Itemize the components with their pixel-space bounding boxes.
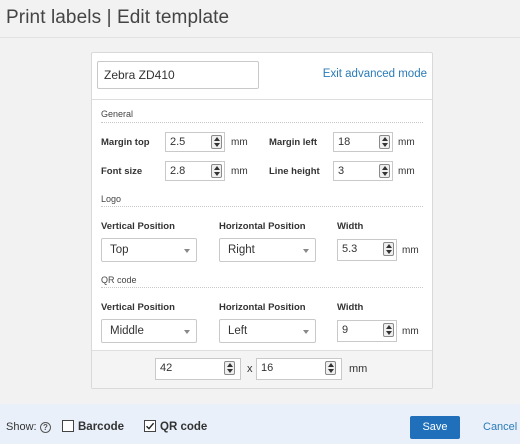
size-separator: x [247,363,253,375]
logo-vertical-label: Vertical Position [101,221,175,232]
section-qr-label: QR code [101,275,137,285]
qr-horizontal-select[interactable]: Left [219,319,316,343]
margin-top-unit: mm [231,137,248,148]
chevron-down-icon [184,249,190,253]
margin-left-spinner[interactable] [379,135,390,149]
qr-vertical-label: Vertical Position [101,302,175,313]
show-label: Show: [6,421,37,433]
logo-horizontal-label: Horizontal Position [219,221,306,232]
margin-top-spinner[interactable] [211,135,222,149]
page-title: Print labels | Edit template [6,7,230,28]
label-width-spinner[interactable] [224,361,235,375]
qr-width-label: Width [337,302,364,313]
chevron-down-icon [184,330,190,334]
qr-vertical-select[interactable]: Middle [101,319,197,343]
qr-code-checkbox-label[interactable]: QR code [160,421,207,433]
template-panel: Zebra ZD410 Exit advanced mode General M… [91,52,433,389]
logo-vertical-select[interactable]: Top [101,238,197,262]
font-size-label: Font size [101,166,143,177]
qr-code-checkbox[interactable] [144,420,156,432]
qr-horizontal-label: Horizontal Position [219,302,306,313]
chevron-down-icon [303,330,309,334]
font-size-unit: mm [231,166,248,177]
chevron-down-icon [303,249,309,253]
qr-width-unit: mm [402,326,419,337]
logo-horizontal-select[interactable]: Right [219,238,316,262]
help-icon[interactable]: ? [40,422,51,433]
label-size-bar: 42 x 16 mm [92,350,432,388]
qr-width-spinner[interactable] [383,323,394,337]
logo-width-spinner[interactable] [383,242,394,256]
logo-width-unit: mm [402,245,419,256]
panel-divider [92,99,432,100]
section-divider [101,122,423,123]
section-divider [101,206,423,207]
line-height-unit: mm [398,166,415,177]
barcode-checkbox[interactable] [62,420,74,432]
exit-advanced-mode-link[interactable]: Exit advanced mode [323,68,427,80]
barcode-checkbox-label[interactable]: Barcode [78,421,124,433]
checkmark-icon [146,422,155,430]
label-size-unit: mm [349,363,368,375]
logo-width-label: Width [337,221,364,232]
line-height-spinner[interactable] [379,164,390,178]
font-size-spinner[interactable] [211,164,222,178]
section-general-label: General [101,109,134,119]
line-height-label: Line height [269,166,320,177]
printer-input[interactable]: Zebra ZD410 [97,61,259,89]
margin-left-label: Margin left [269,137,318,148]
section-divider [101,287,423,288]
footer-bar: Show: ? Barcode QR code Save Cancel [0,404,520,444]
save-button[interactable]: Save [410,416,460,439]
cancel-link[interactable]: Cancel [483,421,517,433]
margin-top-label: Margin top [101,137,150,148]
title-divider [0,37,520,38]
label-height-spinner[interactable] [325,361,336,375]
margin-left-unit: mm [398,137,415,148]
section-logo-label: Logo [101,194,122,204]
